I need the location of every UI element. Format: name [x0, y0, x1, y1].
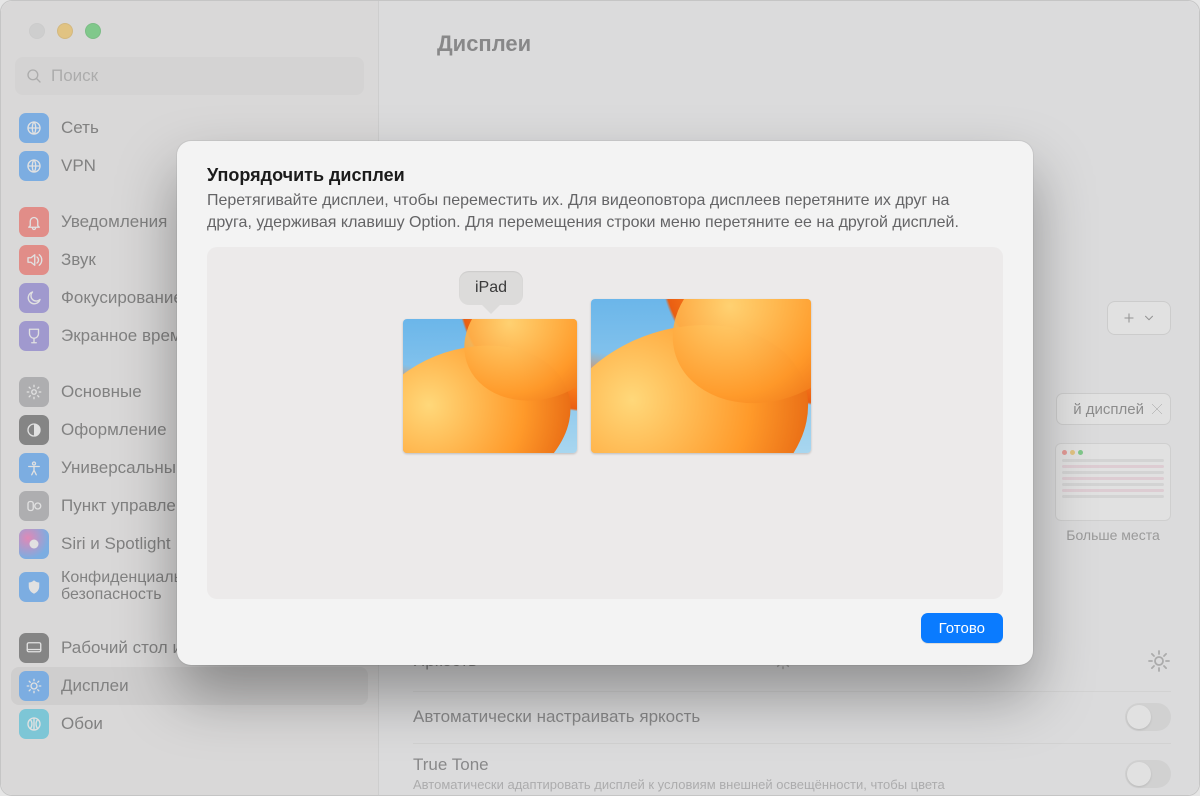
close-window-button[interactable]	[29, 23, 45, 39]
sidebar-item-label: Уведомления	[61, 212, 167, 232]
sidebar-item-label: Фокусирование	[61, 288, 183, 308]
resolution-option-more-space[interactable]: Больше места	[1055, 443, 1171, 543]
sidebar-item-label: VPN	[61, 156, 96, 176]
wallpaper-icon	[19, 709, 49, 739]
use-as-popup[interactable]: й дисплей	[1056, 393, 1171, 425]
zoom-window-button[interactable]	[85, 23, 101, 39]
sidebar-item-label: Звук	[61, 250, 96, 270]
general-icon	[19, 377, 49, 407]
true-tone-label: True Tone	[413, 755, 945, 775]
universal-icon	[19, 453, 49, 483]
sidebar-item-label: Оформление	[61, 420, 167, 440]
resolution-preview	[1055, 443, 1171, 521]
vpn-icon	[19, 151, 49, 181]
notif-icon	[19, 207, 49, 237]
true-tone-switch[interactable]	[1125, 760, 1171, 788]
sidebar-item-label: Основные	[61, 382, 142, 402]
auto-brightness-label: Автоматически настраивать яркость	[413, 707, 700, 727]
network-icon	[19, 113, 49, 143]
control-icon	[19, 491, 49, 521]
brightness-high-icon	[1147, 649, 1171, 673]
sidebar-item-label: Сеть	[61, 118, 99, 138]
plus-icon	[1122, 311, 1136, 325]
privacy-icon	[19, 572, 49, 602]
dock-icon	[19, 633, 49, 663]
displays-icon	[19, 671, 49, 701]
dialog-title: Упорядочить дисплеи	[207, 165, 1003, 186]
display-ipad[interactable]	[403, 319, 577, 453]
resolution-option-label: Больше места	[1055, 527, 1171, 543]
chevron-down-icon	[1142, 311, 1156, 325]
screen-icon	[19, 321, 49, 351]
dialog-footer: Готово	[207, 613, 1003, 643]
display-tooltip: iPad	[459, 271, 523, 305]
sound-icon	[19, 245, 49, 275]
sidebar-item-label: Дисплеи	[61, 676, 129, 696]
search-icon	[25, 67, 43, 85]
sidebar-item-label: Экранное время	[61, 326, 191, 346]
sidebar-item-14[interactable]: Обои	[11, 705, 368, 743]
search-placeholder: Поиск	[51, 66, 98, 86]
add-display-button[interactable]	[1107, 301, 1171, 335]
display-mac[interactable]	[591, 299, 811, 453]
use-as-popup-label: й дисплей	[1073, 401, 1144, 418]
done-button[interactable]: Готово	[921, 613, 1003, 643]
true-tone-row: True Tone Автоматически адаптировать дис…	[413, 755, 1171, 792]
auto-brightness-switch[interactable]	[1125, 703, 1171, 731]
focus-icon	[19, 283, 49, 313]
divider	[413, 743, 1171, 744]
arrange-displays-dialog: Упорядочить дисплеи Перетягивайте диспле…	[177, 141, 1033, 665]
page-title: Дисплеи	[405, 1, 1173, 57]
appear-icon	[19, 415, 49, 445]
divider	[413, 691, 1171, 692]
sidebar-item-13[interactable]: Дисплеи	[11, 667, 368, 705]
dialog-description: Перетягивайте дисплеи, чтобы переместить…	[207, 190, 997, 233]
siri-icon	[19, 529, 49, 559]
arrange-canvas[interactable]: iPad	[207, 247, 1003, 599]
window-controls	[1, 23, 378, 57]
search-input[interactable]: Поиск	[15, 57, 364, 95]
settings-window: Поиск Сеть VPN Уведомления Звук Фокусировани…	[0, 0, 1200, 796]
minimize-window-button[interactable]	[57, 23, 73, 39]
auto-brightness-row: Автоматически настраивать яркость	[413, 703, 1171, 731]
true-tone-sublabel: Автоматически адаптировать дисплей к усл…	[413, 777, 945, 792]
sidebar-item-label: Обои	[61, 714, 103, 734]
sidebar-item-label: Siri и Spotlight	[61, 534, 171, 554]
